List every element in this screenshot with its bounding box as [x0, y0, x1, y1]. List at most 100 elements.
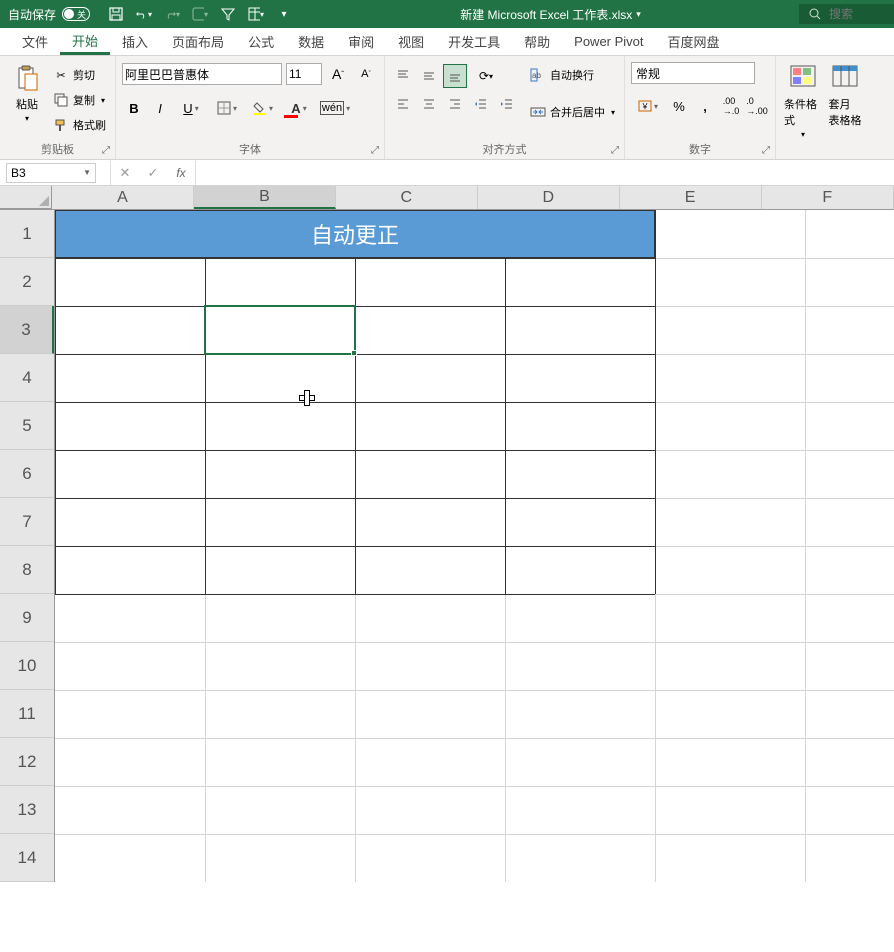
- tab-view[interactable]: 视图: [386, 28, 436, 55]
- group-alignment: ⟳▾ ab自动换行 合并后居中▾ 对齐方式 ⤢: [385, 56, 625, 159]
- tab-baidu[interactable]: 百度网盘: [656, 28, 732, 55]
- autosave-toggle[interactable]: 自动保存 关: [0, 6, 98, 23]
- increase-decimal-icon[interactable]: .00→.0: [719, 94, 743, 118]
- search-box[interactable]: [799, 4, 894, 24]
- group-styles: 条件格式▾ 套月 表格格: [776, 56, 872, 159]
- col-header-B[interactable]: B: [194, 186, 336, 209]
- toggle-switch-icon: 关: [62, 7, 90, 21]
- merge-center-button[interactable]: 合并后居中▾: [527, 101, 618, 123]
- filter-icon[interactable]: [220, 6, 236, 22]
- merged-title-cell[interactable]: 自动更正: [55, 210, 655, 258]
- border-button[interactable]: ▾: [210, 96, 244, 120]
- format-painter-button[interactable]: 格式刷: [50, 114, 109, 136]
- tab-power-pivot[interactable]: Power Pivot: [562, 28, 655, 55]
- col-header-A[interactable]: A: [52, 186, 194, 209]
- dialog-launcher-icon[interactable]: ⤢: [608, 143, 622, 157]
- cut-button[interactable]: ✂剪切: [50, 64, 109, 86]
- row-header-10[interactable]: 10: [0, 642, 54, 690]
- format-as-table-button[interactable]: 套月 表格格: [824, 60, 866, 130]
- tab-page-layout[interactable]: 页面布局: [160, 28, 236, 55]
- fill-color-button[interactable]: ▾: [246, 96, 280, 120]
- decrease-decimal-icon[interactable]: .0→.00: [745, 94, 769, 118]
- name-box[interactable]: B3 ▼: [6, 163, 96, 183]
- row-header-8[interactable]: 8: [0, 546, 54, 594]
- row-header-11[interactable]: 11: [0, 690, 54, 738]
- copy-button[interactable]: 复制▾: [50, 89, 109, 111]
- comma-style-icon[interactable]: ,: [693, 94, 717, 118]
- spreadsheet-grid: A B C D E F 1 2 3 4 5 6 7 8 9 10 11 12 1…: [0, 186, 894, 882]
- row-header-3[interactable]: 3: [0, 306, 54, 354]
- dialog-launcher-icon[interactable]: ⤢: [759, 143, 773, 157]
- row-header-5[interactable]: 5: [0, 402, 54, 450]
- increase-indent-icon[interactable]: [495, 92, 519, 116]
- align-left-icon[interactable]: [391, 92, 415, 116]
- row-header-4[interactable]: 4: [0, 354, 54, 402]
- undo-icon[interactable]: ▾: [136, 6, 152, 22]
- conditional-formatting-icon: [787, 62, 819, 94]
- tab-file[interactable]: 文件: [10, 28, 60, 55]
- tab-help[interactable]: 帮助: [512, 28, 562, 55]
- cells-area[interactable]: 自动更正: [55, 210, 894, 882]
- quick-access-toolbar: ▾ ▾ ▾ ▾ ▾: [98, 6, 302, 22]
- decrease-indent-icon[interactable]: [469, 92, 493, 116]
- tab-data[interactable]: 数据: [286, 28, 336, 55]
- font-name-select[interactable]: [122, 63, 282, 85]
- document-title: 新建 Microsoft Excel 工作表.xlsx▾: [302, 6, 799, 23]
- align-top-icon[interactable]: [391, 64, 415, 88]
- number-format-select[interactable]: [631, 62, 755, 84]
- enter-formula-icon[interactable]: ✓: [139, 161, 167, 185]
- search-input[interactable]: [829, 7, 879, 21]
- col-header-D[interactable]: D: [478, 186, 620, 209]
- row-headers: 1 2 3 4 5 6 7 8 9 10 11 12 13 14: [0, 210, 55, 882]
- tab-formulas[interactable]: 公式: [236, 28, 286, 55]
- qat-customize-icon[interactable]: ▾: [276, 6, 292, 22]
- col-header-C[interactable]: C: [336, 186, 478, 209]
- redo-icon[interactable]: ▾: [164, 6, 180, 22]
- align-bottom-icon[interactable]: [443, 64, 467, 88]
- insert-function-icon[interactable]: fx: [167, 161, 195, 185]
- table-icon[interactable]: ▾: [248, 6, 264, 22]
- row-header-6[interactable]: 6: [0, 450, 54, 498]
- row-header-9[interactable]: 9: [0, 594, 54, 642]
- decrease-font-icon[interactable]: Aˇ: [354, 62, 378, 86]
- col-header-F[interactable]: F: [762, 186, 894, 209]
- paste-button[interactable]: 粘贴 ▾: [6, 60, 48, 125]
- font-size-select[interactable]: [286, 63, 322, 85]
- accounting-format-icon[interactable]: ￥▾: [631, 94, 665, 118]
- underline-button[interactable]: U▾: [174, 96, 208, 120]
- touch-icon[interactable]: ▾: [192, 6, 208, 22]
- row-header-1[interactable]: 1: [0, 210, 54, 258]
- align-middle-icon[interactable]: [417, 64, 441, 88]
- row-header-13[interactable]: 13: [0, 786, 54, 834]
- increase-font-icon[interactable]: Aˆ: [326, 62, 350, 86]
- row-header-12[interactable]: 12: [0, 738, 54, 786]
- select-all-corner[interactable]: [0, 186, 52, 209]
- group-label: 数字: [631, 139, 769, 159]
- wrap-text-button[interactable]: ab自动换行: [527, 64, 618, 86]
- row-header-2[interactable]: 2: [0, 258, 54, 306]
- dialog-launcher-icon[interactable]: ⤢: [99, 143, 113, 157]
- align-center-icon[interactable]: [417, 92, 441, 116]
- tab-review[interactable]: 审阅: [336, 28, 386, 55]
- tab-developer[interactable]: 开发工具: [436, 28, 512, 55]
- title-bar: 自动保存 关 ▾ ▾ ▾ ▾ ▾ 新建 Microsoft Excel 工作表.…: [0, 0, 894, 28]
- group-label: 剪贴板: [6, 139, 109, 159]
- cancel-formula-icon[interactable]: ✕: [111, 161, 139, 185]
- font-color-button[interactable]: A▾: [282, 96, 316, 120]
- tab-insert[interactable]: 插入: [110, 28, 160, 55]
- save-icon[interactable]: [108, 6, 124, 22]
- ribbon-tabs: 文件 开始 插入 页面布局 公式 数据 审阅 视图 开发工具 帮助 Power …: [0, 28, 894, 56]
- conditional-formatting-button[interactable]: 条件格式▾: [782, 60, 824, 141]
- italic-button[interactable]: I: [148, 96, 172, 120]
- row-header-7[interactable]: 7: [0, 498, 54, 546]
- orientation-icon[interactable]: ⟳▾: [469, 64, 503, 88]
- bold-button[interactable]: B: [122, 96, 146, 120]
- col-header-E[interactable]: E: [620, 186, 762, 209]
- tab-home[interactable]: 开始: [60, 28, 110, 55]
- wrap-text-icon: ab: [530, 67, 546, 83]
- align-right-icon[interactable]: [443, 92, 467, 116]
- row-header-14[interactable]: 14: [0, 834, 54, 882]
- dialog-launcher-icon[interactable]: ⤢: [368, 143, 382, 157]
- percent-icon[interactable]: %: [667, 94, 691, 118]
- phonetic-button[interactable]: wén▾: [318, 96, 352, 120]
